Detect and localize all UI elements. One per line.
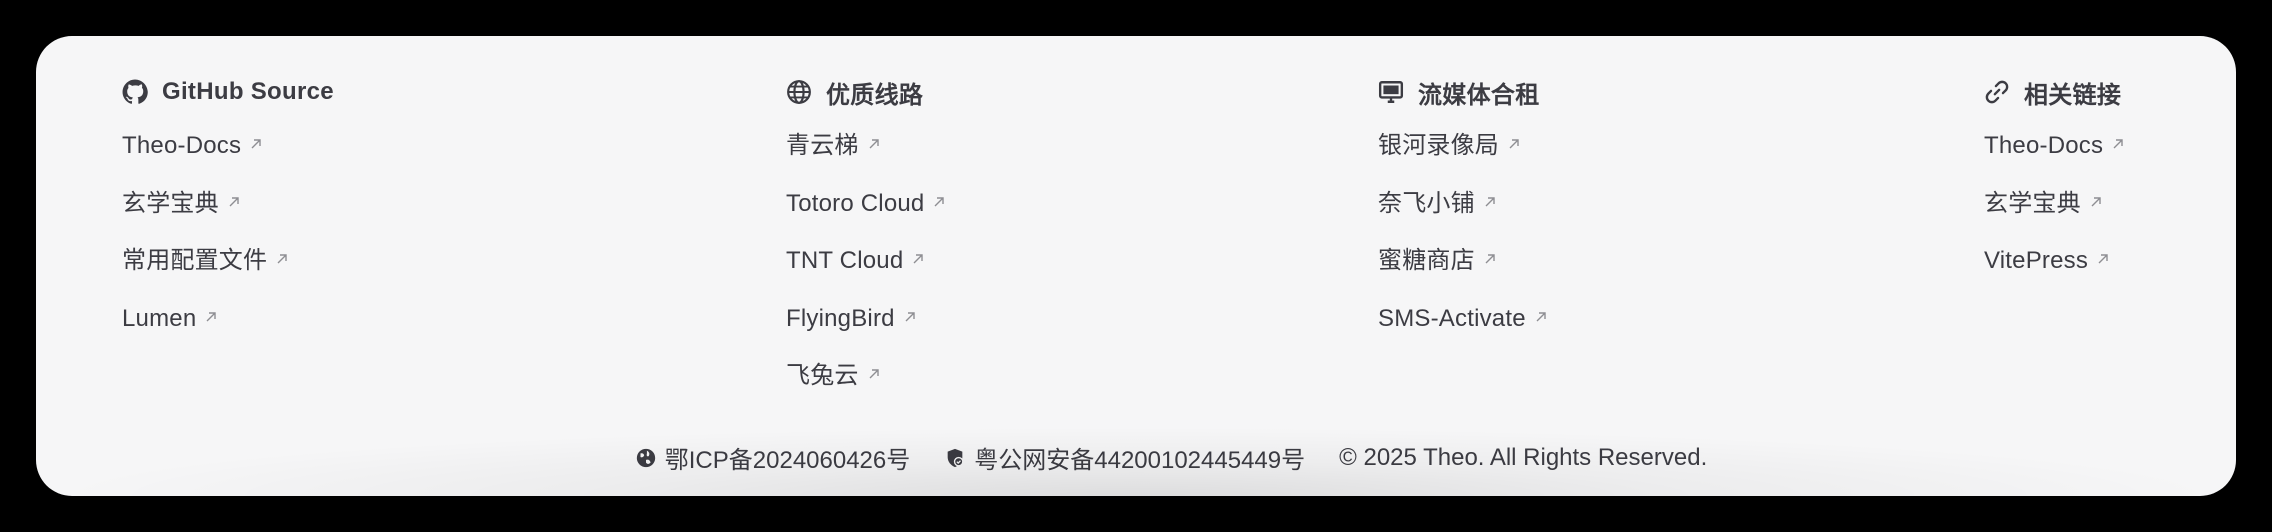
link-totoro-cloud[interactable]: Totoro Cloud — [786, 186, 946, 222]
external-arrow-icon — [932, 195, 946, 209]
external-arrow-icon — [249, 137, 263, 151]
column-premium-routes: 优质线路 青云梯 Totoro Cloud TNT Cloud FlyingBi… — [786, 74, 946, 416]
list-item: Lumen — [122, 301, 334, 359]
external-arrow-icon — [2096, 252, 2110, 266]
link-label: TNT Cloud — [786, 247, 904, 274]
github-icon — [122, 79, 148, 105]
external-arrow-icon — [911, 252, 925, 266]
list-item: 玄学宝典 — [1984, 186, 2125, 244]
link-list: 青云梯 Totoro Cloud TNT Cloud FlyingBird 飞兔… — [786, 128, 946, 416]
link-label: Lumen — [122, 304, 197, 332]
column-title: GitHub Source — [122, 74, 334, 110]
list-item: 银河录像局 — [1378, 128, 1548, 186]
link-lumen[interactable]: Lumen — [122, 301, 218, 337]
column-title: 优质线路 — [786, 74, 946, 110]
column-streaming-share: 流媒体合租 银河录像局 奈飞小铺 蜜糖商店 SMS-Activate — [1378, 74, 1548, 358]
shield-icon — [944, 447, 966, 469]
link-label: 常用配置文件 — [122, 247, 268, 274]
monitor-icon — [1378, 79, 1404, 105]
column-title-text: 优质线路 — [826, 81, 924, 109]
link-label: 青云梯 — [786, 132, 859, 159]
list-item: TNT Cloud — [786, 243, 946, 301]
external-arrow-icon — [204, 310, 218, 324]
list-item: 蜜糖商店 — [1378, 243, 1548, 301]
link-list: Theo-Docs 玄学宝典 VitePress — [1984, 128, 2125, 301]
link-qingyunti[interactable]: 青云梯 — [786, 128, 881, 164]
icp-record: 鄂ICP备2024060426号 — [635, 440, 910, 475]
list-item: Theo-Docs — [1984, 128, 2125, 186]
list-item: 飞兔云 — [786, 358, 946, 416]
link-theo-docs[interactable]: Theo-Docs — [1984, 128, 2125, 164]
link-theo-docs[interactable]: Theo-Docs — [122, 128, 263, 164]
link-yinhe[interactable]: 银河录像局 — [1378, 128, 1521, 164]
column-title-text: 流媒体合租 — [1418, 81, 1540, 109]
copyright: © 2025 Theo. All Rights Reserved. — [1339, 443, 1708, 471]
link-label: Totoro Cloud — [786, 189, 925, 217]
external-arrow-icon — [227, 195, 241, 209]
column-title: 流媒体合租 — [1378, 74, 1548, 110]
list-item: VitePress — [1984, 243, 2125, 301]
external-arrow-icon — [2089, 195, 2103, 209]
external-arrow-icon — [867, 367, 881, 381]
link-label: 奈飞小铺 — [1378, 189, 1475, 217]
link-label: Theo-Docs — [122, 132, 242, 159]
list-item: SMS-Activate — [1378, 301, 1548, 359]
link-label: 玄学宝典 — [122, 189, 219, 217]
external-arrow-icon — [1507, 137, 1521, 151]
column-title-text: 相关链接 — [2024, 81, 2122, 109]
link-label: 银河录像局 — [1378, 132, 1499, 159]
link-config-files[interactable]: 常用配置文件 — [122, 243, 289, 279]
external-arrow-icon — [1483, 195, 1497, 209]
column-github-source: GitHub Source Theo-Docs 玄学宝典 常用配置文件 Lume… — [122, 74, 334, 358]
list-item: FlyingBird — [786, 301, 946, 359]
link-label: Theo-Docs — [1984, 132, 2104, 159]
external-arrow-icon — [867, 137, 881, 151]
link-vitepress[interactable]: VitePress — [1984, 243, 2110, 279]
link-sms-activate[interactable]: SMS-Activate — [1378, 301, 1548, 337]
globe-icon — [635, 447, 657, 469]
list-item: 玄学宝典 — [122, 186, 334, 244]
link-icon — [1984, 79, 2010, 105]
police-record: 粤公网安备44200102445449号 — [944, 440, 1305, 475]
link-xuanxue[interactable]: 玄学宝典 — [122, 186, 241, 222]
icp-link[interactable]: 鄂ICP备2024060426号 — [665, 440, 910, 475]
link-list: Theo-Docs 玄学宝典 常用配置文件 Lumen — [122, 128, 334, 358]
link-mitang[interactable]: 蜜糖商店 — [1378, 243, 1497, 279]
link-label: VitePress — [1984, 247, 2089, 274]
column-related-links: 相关链接 Theo-Docs 玄学宝典 VitePress — [1984, 74, 2125, 301]
list-item: 奈飞小铺 — [1378, 186, 1548, 244]
police-link[interactable]: 粤公网安备44200102445449号 — [974, 440, 1305, 475]
link-label: SMS-Activate — [1378, 304, 1526, 332]
footer-panel: GitHub Source Theo-Docs 玄学宝典 常用配置文件 Lume… — [36, 36, 2236, 496]
link-label: 玄学宝典 — [1984, 189, 2081, 217]
list-item: Totoro Cloud — [786, 186, 946, 244]
list-item: Theo-Docs — [122, 128, 334, 186]
link-feituyun[interactable]: 飞兔云 — [786, 358, 881, 394]
list-item: 青云梯 — [786, 128, 946, 186]
link-xuanxue[interactable]: 玄学宝典 — [1984, 186, 2103, 222]
link-label: 飞兔云 — [786, 362, 859, 389]
footer-bar: 鄂ICP备2024060426号 粤公网安备44200102445449号 © … — [36, 440, 2236, 475]
list-item: 常用配置文件 — [122, 243, 334, 301]
link-tnt-cloud[interactable]: TNT Cloud — [786, 243, 925, 279]
globe-icon — [786, 79, 812, 105]
external-arrow-icon — [903, 310, 917, 324]
link-naifei[interactable]: 奈飞小铺 — [1378, 186, 1497, 222]
link-label: 蜜糖商店 — [1378, 247, 1475, 274]
external-arrow-icon — [1483, 252, 1497, 266]
external-arrow-icon — [1534, 310, 1548, 324]
external-arrow-icon — [2111, 137, 2125, 151]
link-flyingbird[interactable]: FlyingBird — [786, 301, 917, 337]
link-label: FlyingBird — [786, 304, 895, 332]
column-title-text: GitHub Source — [162, 78, 334, 105]
external-arrow-icon — [275, 252, 289, 266]
column-title: 相关链接 — [1984, 74, 2125, 110]
link-list: 银河录像局 奈飞小铺 蜜糖商店 SMS-Activate — [1378, 128, 1548, 358]
